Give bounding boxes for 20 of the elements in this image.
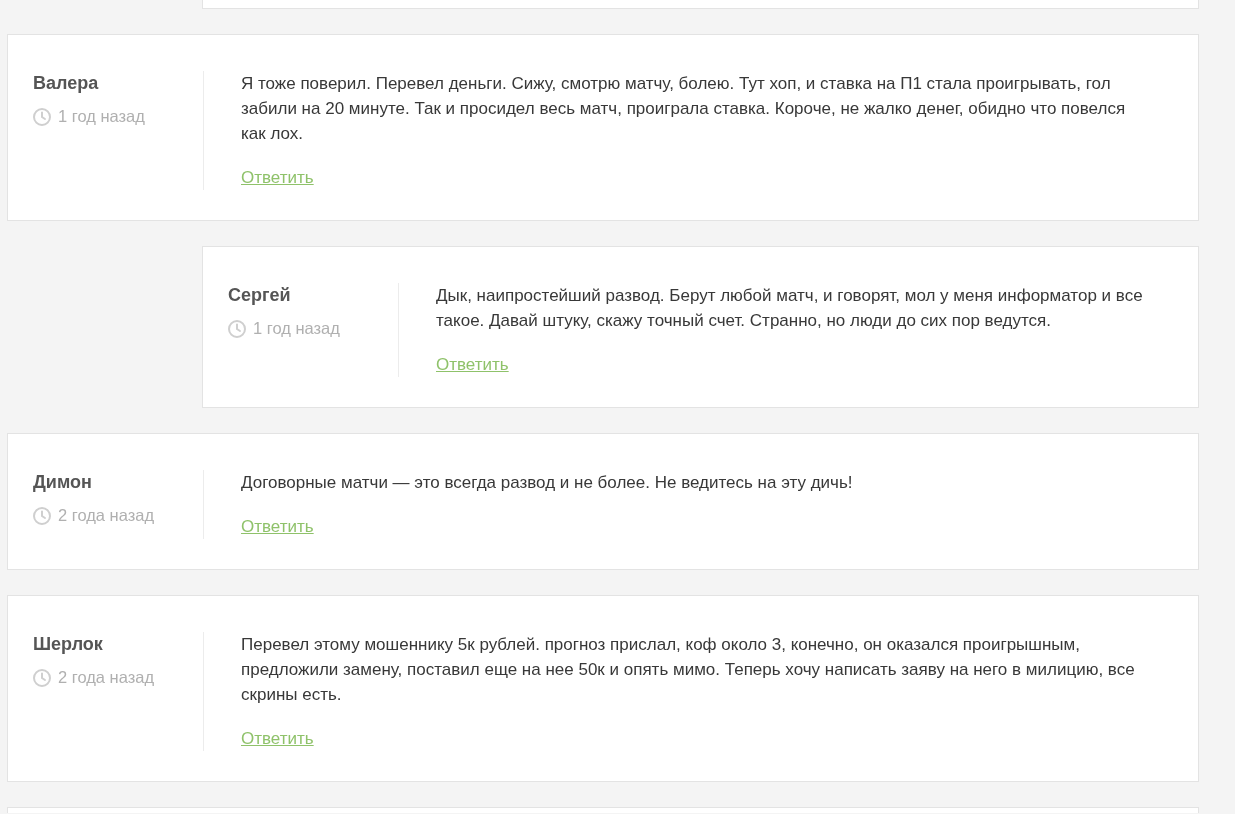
comment-text: Дык, наипростейший развод. Берут любой матч, и говорят, мол у меня информатор и все такое. Давай штуку, скажу точный счет. Странно, но люди до сих пор ведутся. <box>436 285 1144 332</box>
reply-link[interactable]: Ответить <box>241 726 314 751</box>
author-name: Шерлок <box>33 633 103 656</box>
clock-icon <box>33 668 51 687</box>
comment-time: 1 год назад <box>58 106 145 127</box>
comment-time: 2 года назад <box>58 667 155 688</box>
comment-text: Перевел этому мошеннику 5к рублей. прогноз прислал, коф около 3, конечно, он оказался проигрышным, предложили замену, поставил еще на нее 50к и опять мимо. Теперь хочу написать заяву на него в милицию, все скрины есть. <box>241 634 1136 706</box>
comment-time: 1 год назад <box>253 318 340 339</box>
author-name: Димон <box>33 471 92 494</box>
author-name: Валера <box>33 72 99 95</box>
author-name: Сергей <box>228 284 291 307</box>
reply-link[interactable]: Ответить <box>241 165 314 190</box>
comment-time: 2 года назад <box>58 505 155 526</box>
clock-icon <box>33 107 51 126</box>
comment-text: Договорные матчи — это всегда развод и не более. Не ведитесь на эту дичь! <box>241 472 853 494</box>
reply-link[interactable]: Ответить <box>241 514 314 539</box>
clock-icon <box>33 506 51 525</box>
comment-text: Я тоже поверил. Перевел деньги. Сижу, смотрю матчу, болею. Тут хоп, и ставка на П1 стала проигрывать, гол забили на 20 минуте. Так и просидел весь матч, проиграла ставка. Короче, не жалко денег, обидно что повелся как лох. <box>241 73 1127 145</box>
clock-icon <box>228 319 246 338</box>
reply-link[interactable]: Ответить <box>436 352 509 377</box>
